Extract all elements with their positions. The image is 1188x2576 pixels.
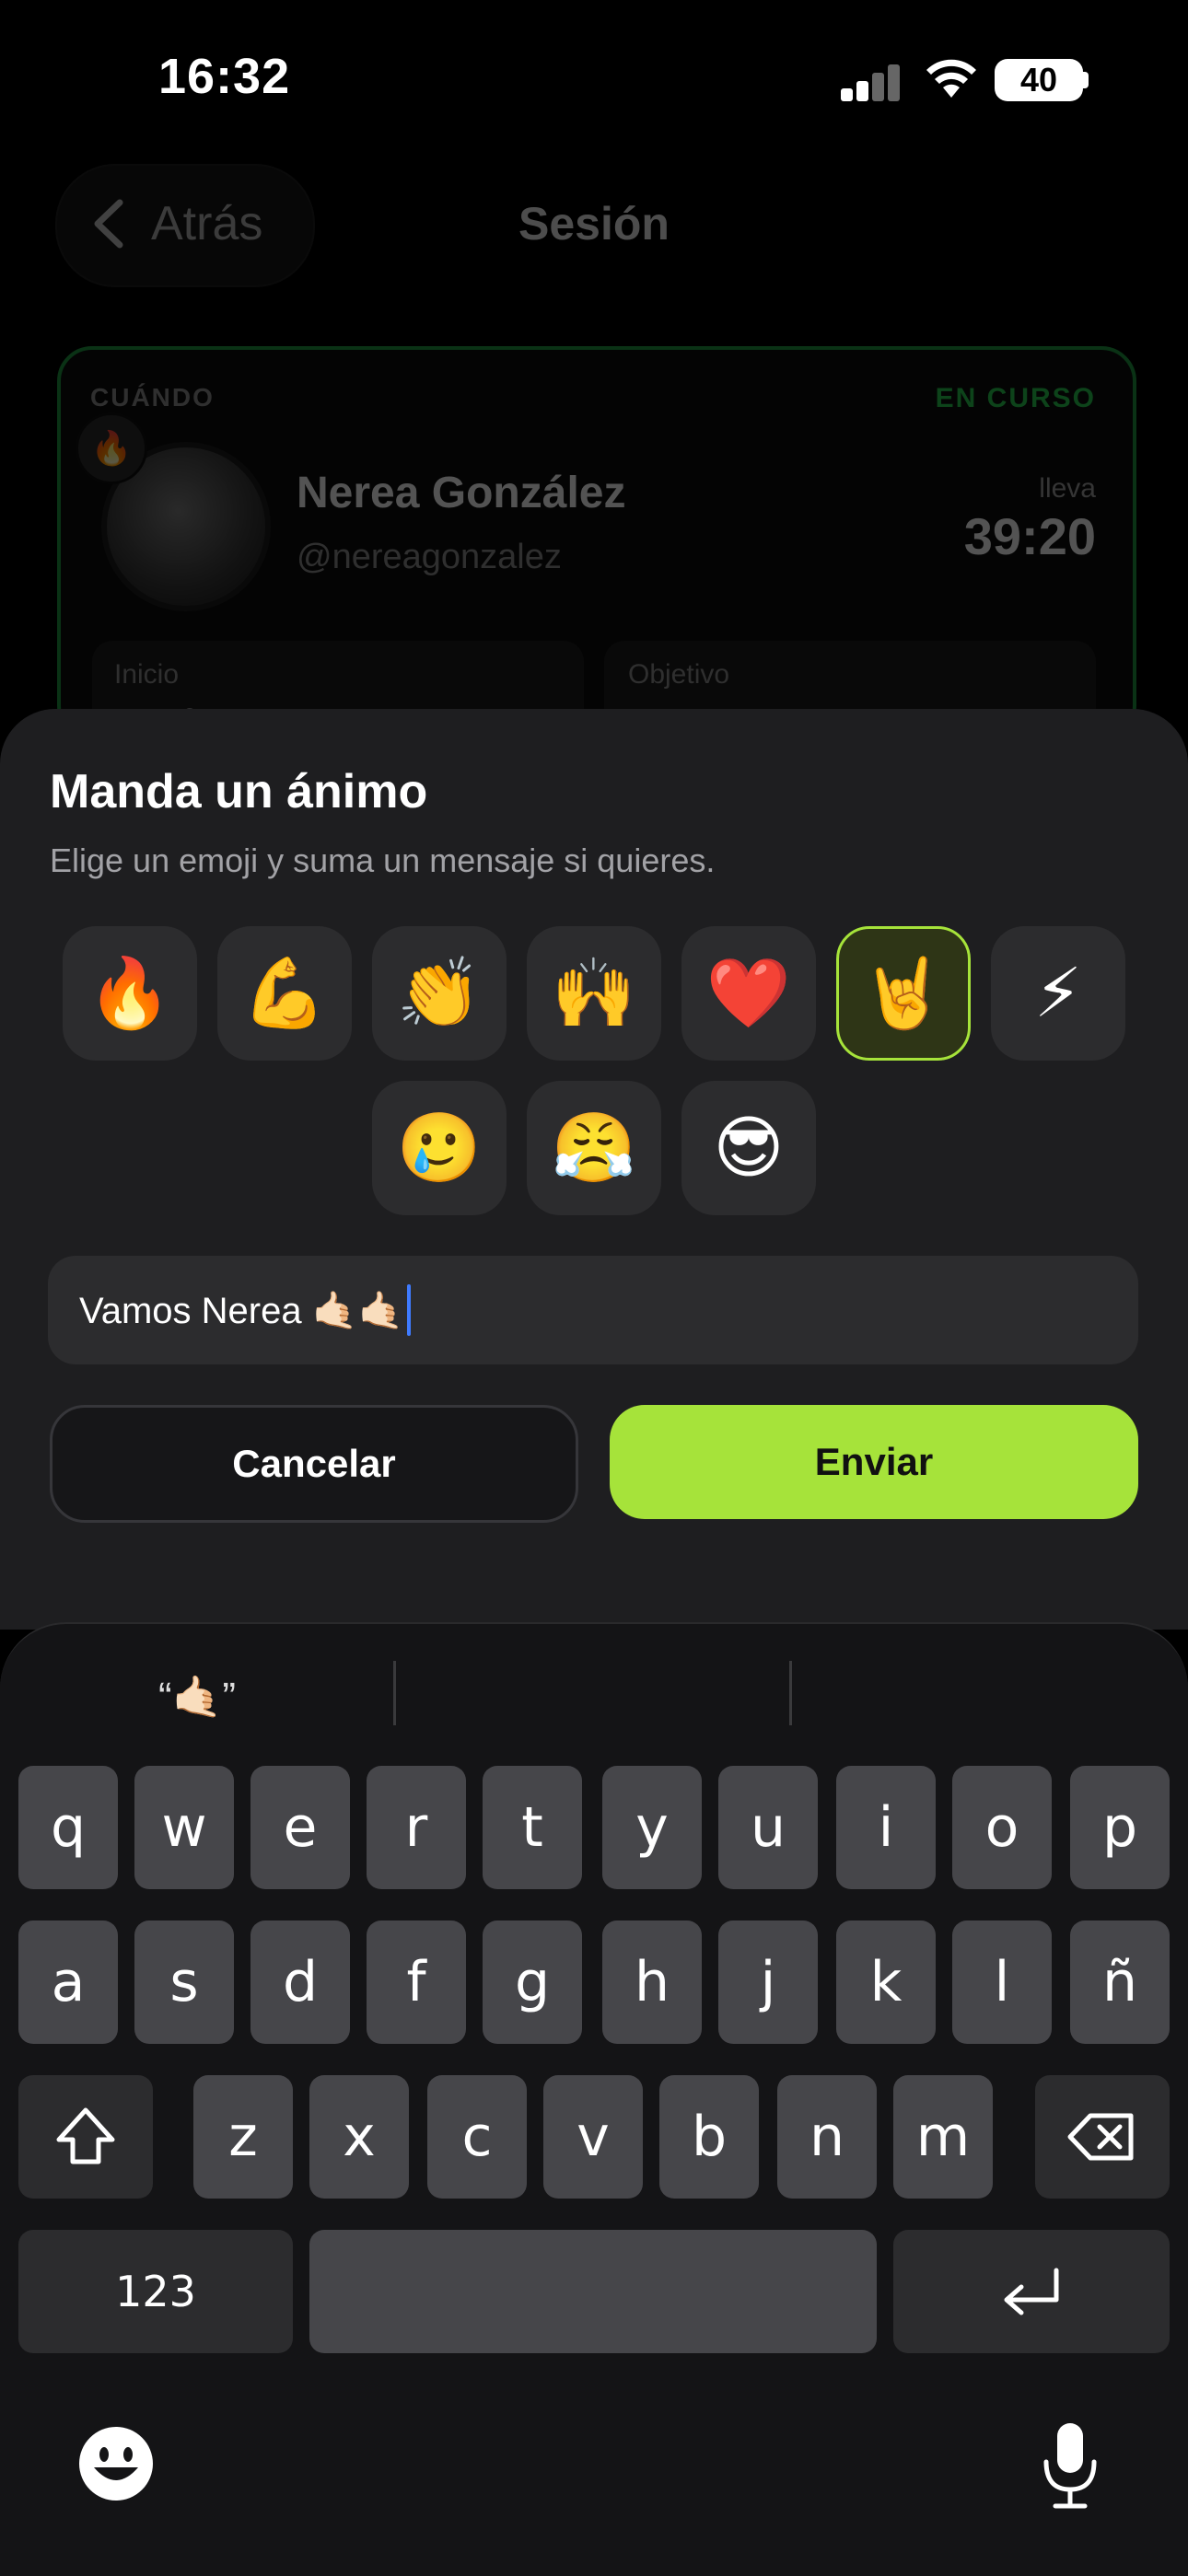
key-o[interactable]: o <box>952 1766 1052 1889</box>
key-z[interactable]: z <box>193 2075 293 2199</box>
emoji-option-muscle[interactable]: 💪 <box>217 926 352 1061</box>
emoji-keyboard-icon[interactable] <box>77 2425 155 2502</box>
numbers-key[interactable]: 123 <box>18 2230 293 2353</box>
emoji-option-raised-hands[interactable]: 🙌 <box>527 926 661 1061</box>
suggestion-divider <box>393 1661 396 1725</box>
key-b[interactable]: b <box>659 2075 759 2199</box>
emoji-option-smile-tear[interactable]: 🥲 <box>372 1081 507 1215</box>
microphone-icon[interactable] <box>1037 2419 1103 2512</box>
key-l[interactable]: l <box>952 1920 1052 2044</box>
cancel-button[interactable]: Cancelar <box>50 1405 578 1523</box>
key-k[interactable]: k <box>836 1920 936 2044</box>
key-w[interactable]: w <box>134 1766 234 1889</box>
flame-icon: 🔥 <box>76 412 147 484</box>
sheet-subtitle: Elige un emoji y suma un mensaje si quie… <box>50 841 716 879</box>
key-n[interactable]: n <box>777 2075 877 2199</box>
key-t[interactable]: t <box>483 1766 582 1889</box>
key-d[interactable]: d <box>250 1920 350 2044</box>
status-time: 16:32 <box>158 49 291 104</box>
emoji-option-clap[interactable]: 👏 <box>372 926 507 1061</box>
sheet-title: Manda un ánimo <box>50 765 428 818</box>
shift-key[interactable] <box>18 2075 153 2199</box>
key-e[interactable]: e <box>250 1766 350 1889</box>
elapsed-time: 39:20 <box>963 507 1096 565</box>
space-key[interactable] <box>309 2230 877 2353</box>
wifi-icon <box>926 59 976 98</box>
key-q[interactable]: q <box>18 1766 118 1889</box>
emoji-option-lightning[interactable]: ⚡ <box>991 926 1125 1061</box>
emoji-option-sunglasses[interactable]: 😎 <box>681 1081 816 1215</box>
send-button[interactable]: Enviar <box>610 1405 1138 1519</box>
key-x[interactable]: x <box>309 2075 409 2199</box>
key-n-tilde[interactable]: ñ <box>1070 1920 1170 2044</box>
elapsed-label: lleva <box>1039 473 1096 504</box>
emoji-option-rock-on[interactable]: 🤘 <box>836 926 971 1061</box>
key-h[interactable]: h <box>602 1920 702 2044</box>
key-p[interactable]: p <box>1070 1766 1170 1889</box>
user-handle: @nereagonzalez <box>297 538 562 576</box>
keyboard-suggestion[interactable]: “🤙🏻” <box>0 1657 394 1736</box>
key-j[interactable]: j <box>718 1920 818 2044</box>
key-r[interactable]: r <box>367 1766 466 1889</box>
key-y[interactable]: y <box>602 1766 702 1889</box>
emoji-option-triumph[interactable]: 😤 <box>527 1081 661 1215</box>
backspace-key[interactable] <box>1035 2075 1170 2199</box>
battery-cap <box>1083 72 1089 88</box>
key-v[interactable]: v <box>543 2075 643 2199</box>
message-text: Vamos Nerea 🤙🏻🤙🏻 <box>79 1290 404 1331</box>
key-i[interactable]: i <box>836 1766 936 1889</box>
key-a[interactable]: a <box>18 1920 118 2044</box>
key-c[interactable]: c <box>427 2075 527 2199</box>
text-caret <box>407 1284 412 1336</box>
message-input[interactable]: Vamos Nerea 🤙🏻🤙🏻 <box>48 1256 1138 1364</box>
key-g[interactable]: g <box>483 1920 582 2044</box>
key-s[interactable]: s <box>134 1920 234 2044</box>
battery-icon: 40 <box>995 59 1083 101</box>
cellular-signal-icon <box>841 61 902 101</box>
key-m[interactable]: m <box>893 2075 993 2199</box>
page-title: Sesión <box>518 198 670 249</box>
status-badge: EN CURSO <box>935 383 1096 413</box>
return-icon <box>1004 2268 1059 2315</box>
shift-icon <box>56 2107 115 2164</box>
key-f[interactable]: f <box>367 1920 466 2044</box>
suggestion-divider <box>789 1661 792 1725</box>
emoji-option-fire[interactable]: 🔥 <box>63 926 197 1061</box>
backspace-icon <box>1067 2113 1134 2161</box>
when-label: CUÁNDO <box>90 383 215 412</box>
user-name: Nerea González <box>297 469 626 517</box>
return-key[interactable] <box>893 2230 1170 2353</box>
goal-label: Objetivo <box>628 659 730 690</box>
start-label: Inicio <box>114 659 180 690</box>
emoji-option-heart[interactable]: ❤️ <box>681 926 816 1061</box>
key-u[interactable]: u <box>718 1766 818 1889</box>
